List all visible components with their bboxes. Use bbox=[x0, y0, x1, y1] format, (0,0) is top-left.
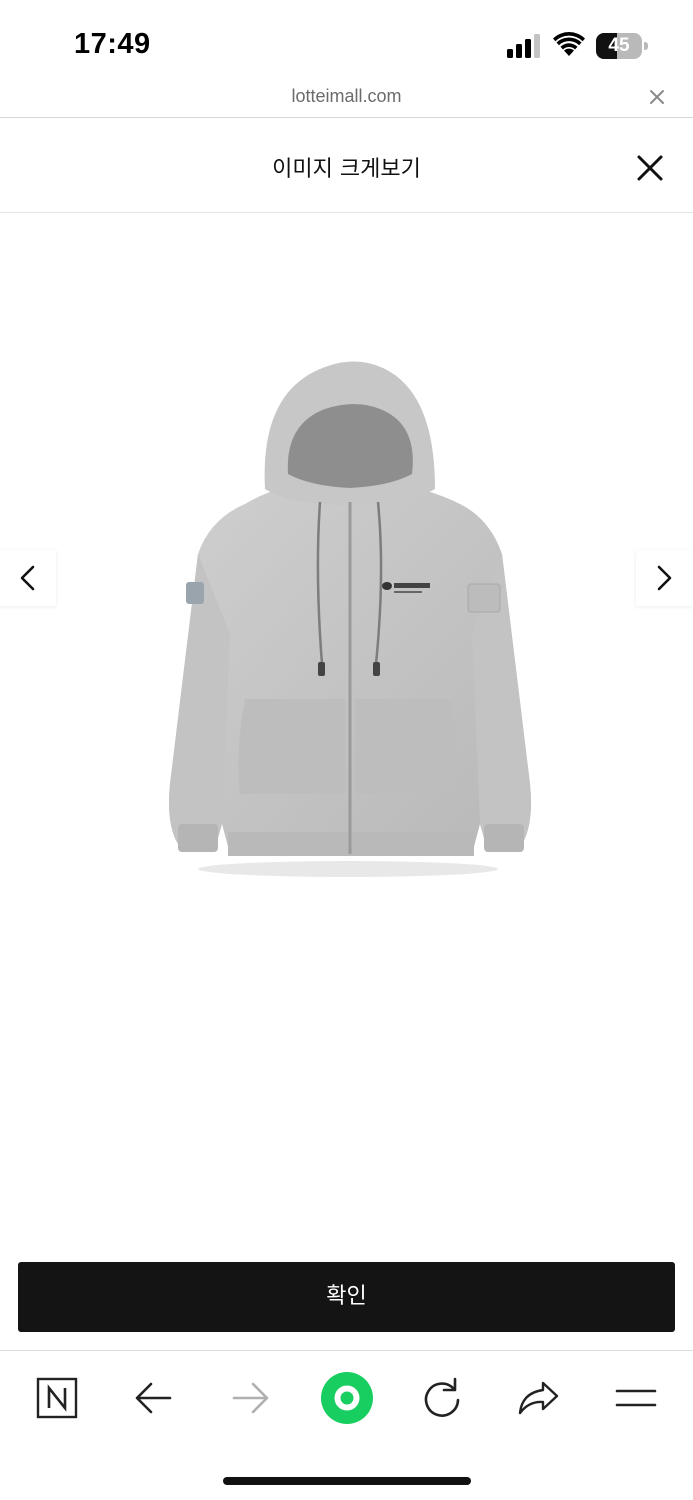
refresh-icon bbox=[424, 1377, 460, 1417]
browser-toolbar bbox=[0, 1350, 693, 1500]
battery-level: 45 bbox=[608, 35, 630, 56]
url-bar: lotteimall.com bbox=[0, 80, 693, 118]
modal-header: 이미지 크게보기 bbox=[0, 119, 693, 213]
home-button[interactable] bbox=[318, 1369, 376, 1427]
status-bar: 17:49 45 bbox=[0, 0, 693, 80]
image-viewer bbox=[0, 214, 693, 1244]
product-image[interactable] bbox=[150, 354, 545, 884]
next-image-button[interactable] bbox=[636, 550, 693, 606]
prev-image-button[interactable] bbox=[0, 550, 56, 606]
menu-icon bbox=[615, 1389, 657, 1407]
share-button[interactable] bbox=[510, 1373, 566, 1423]
home-indicator bbox=[223, 1477, 471, 1485]
url-text[interactable]: lotteimall.com bbox=[0, 86, 693, 107]
back-icon bbox=[135, 1382, 172, 1414]
forward-icon bbox=[232, 1382, 269, 1414]
close-icon[interactable] bbox=[635, 153, 665, 183]
menu-button[interactable] bbox=[608, 1373, 664, 1423]
confirm-button[interactable]: 확인 bbox=[18, 1262, 675, 1332]
chevron-left-icon bbox=[20, 565, 35, 591]
page-title: 이미지 크게보기 bbox=[272, 157, 421, 182]
signal-icon bbox=[507, 34, 540, 58]
back-button[interactable] bbox=[126, 1373, 182, 1423]
close-icon[interactable] bbox=[648, 88, 666, 106]
status-time: 17:49 bbox=[74, 28, 151, 60]
naver-button[interactable] bbox=[29, 1373, 85, 1423]
wifi-icon bbox=[553, 32, 585, 56]
battery-icon: 45 bbox=[596, 33, 648, 59]
home-green-icon bbox=[321, 1372, 373, 1424]
refresh-button[interactable] bbox=[414, 1373, 470, 1423]
forward-button[interactable] bbox=[222, 1373, 278, 1423]
share-icon bbox=[518, 1381, 559, 1415]
naver-icon bbox=[36, 1377, 78, 1419]
chevron-right-icon bbox=[657, 565, 672, 591]
